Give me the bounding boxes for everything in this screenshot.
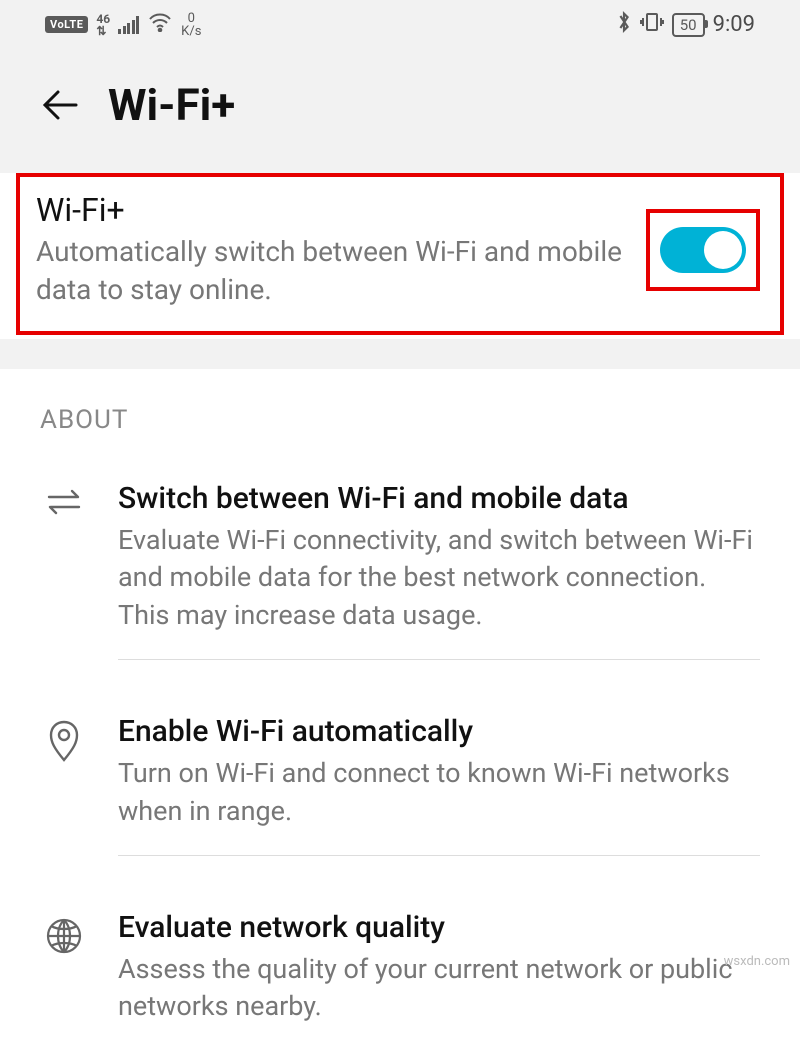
about-body: Evaluate network quality Assess the qual… [118,910,760,1033]
status-left: VoLTE 46 ⇅ 0 K/s [45,12,201,38]
toggle-highlight [646,209,760,291]
location-icon [40,714,88,764]
about-desc: Evaluate Wi-Fi connectivity, and switch … [118,522,760,635]
status-bar: VoLTE 46 ⇅ 0 K/s [0,0,800,41]
vibrate-icon [640,11,664,38]
about-desc: Assess the quality of your current netwo… [118,951,760,1027]
wifi-icon [147,12,173,37]
battery-icon: 50 [672,13,705,37]
clock: 9:09 [713,12,755,37]
wifi-plus-setting-row[interactable]: Wi-Fi+ Automatically switch between Wi-F… [16,173,784,335]
about-item-enable-auto: Enable Wi-Fi automatically Turn on Wi-Fi… [0,686,800,882]
globe-icon [40,910,88,956]
page-title: Wi-Fi+ [108,79,235,131]
about-title: Enable Wi-Fi automatically [118,714,760,749]
about-item-evaluate: Evaluate network quality Assess the qual… [0,882,800,1058]
wifi-plus-toggle[interactable] [660,227,746,273]
about-item-switch: Switch between Wi-Fi and mobile data Eva… [0,453,800,686]
about-section-label: ABOUT [0,369,800,453]
status-right: 50 9:09 [616,10,755,39]
page-header: Wi-Fi+ [0,41,800,173]
back-arrow-icon[interactable] [40,85,80,125]
about-body: Enable Wi-Fi automatically Turn on Wi-Fi… [118,714,760,856]
about-title: Switch between Wi-Fi and mobile data [118,481,760,516]
data-speed: 0 K/s [181,12,201,38]
swap-icon [40,481,88,517]
about-title: Evaluate network quality [118,910,760,945]
volte-icon: VoLTE [45,16,88,33]
network-label: 46 ⇅ [96,13,110,37]
about-desc: Turn on Wi-Fi and connect to known Wi-Fi… [118,755,760,831]
signal-icon [118,16,139,34]
setting-desc: Automatically switch between Wi-Fi and m… [36,233,628,309]
bluetooth-icon [616,10,632,39]
about-body: Switch between Wi-Fi and mobile data Eva… [118,481,760,660]
setting-title: Wi-Fi+ [36,191,628,229]
setting-text: Wi-Fi+ Automatically switch between Wi-F… [36,191,628,309]
section-divider [0,339,800,369]
watermark: wsxdn.com [724,954,790,969]
